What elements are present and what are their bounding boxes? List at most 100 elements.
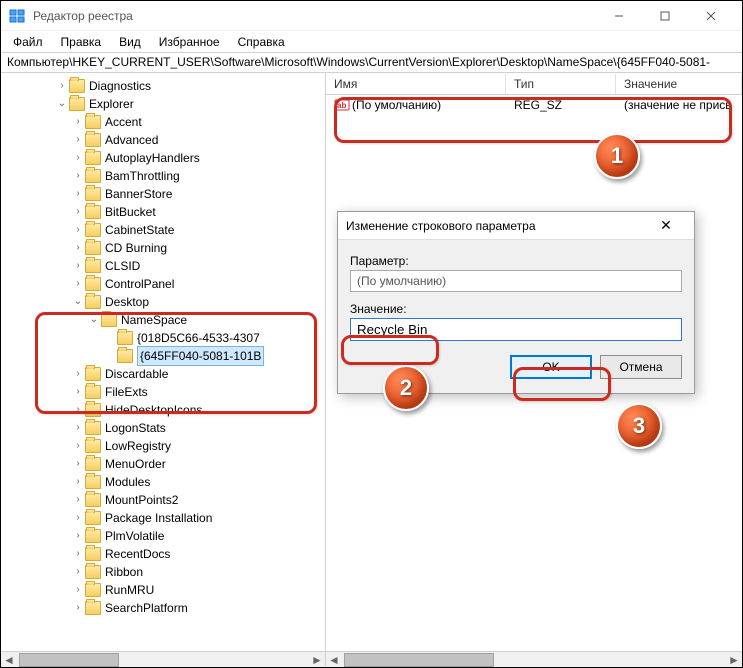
expand-icon[interactable]: › [71,527,85,545]
menubar: Файл Правка Вид Избранное Справка [1,31,742,53]
tree-item[interactable]: › ControlPanel [71,275,325,293]
tree-item[interactable]: › RecentDocs [71,545,325,563]
expand-icon[interactable]: › [71,113,85,131]
tree-item[interactable]: › BitBucket [71,203,325,221]
expand-icon[interactable]: ⌄ [71,293,85,311]
tree-item-desktop[interactable]: ⌄ Desktop [71,293,325,311]
tree-item[interactable]: › PlmVolatile [71,527,325,545]
expand-icon[interactable]: › [71,473,85,491]
expand-icon[interactable]: › [71,365,85,383]
tree-item[interactable]: › MountPoints2 [71,491,325,509]
expand-icon[interactable]: › [71,203,85,221]
tree-item[interactable]: › MenuOrder [71,455,325,473]
tree-item[interactable]: › SearchPlatform [71,599,325,617]
value-input[interactable] [350,318,682,341]
expand-icon[interactable]: › [71,563,85,581]
tree-item[interactable]: › Modules [71,473,325,491]
tree-item[interactable]: › Diagnostics [55,77,325,95]
expand-icon[interactable]: ⌄ [55,95,69,113]
tree-item[interactable]: › Advanced [71,131,325,149]
tree-item-selected[interactable]: {645FF040-5081-101B [103,347,325,365]
tree-item[interactable]: › HideDesktopIcons [71,401,325,419]
tree-item[interactable]: {018D5C66-4533-4307 [103,329,325,347]
expand-icon[interactable]: › [71,167,85,185]
tree-item[interactable]: › FileExts [71,383,325,401]
expand-icon[interactable]: › [71,545,85,563]
expand-icon[interactable]: › [55,77,69,95]
cancel-button[interactable]: Отмена [600,355,682,379]
expand-icon[interactable]: › [71,221,85,239]
menu-help[interactable]: Справка [230,33,293,51]
expand-icon[interactable]: › [71,401,85,419]
expand-icon[interactable]: › [71,509,85,527]
maximize-button[interactable] [642,1,688,31]
tree-label: Ribbon [105,563,143,581]
expand-icon[interactable]: › [71,275,85,293]
col-name[interactable]: Имя [326,74,506,94]
expand-icon[interactable]: › [71,455,85,473]
menu-file[interactable]: Файл [5,33,51,51]
tree-item[interactable]: › Discardable [71,365,325,383]
svg-text:ab: ab [337,101,346,110]
tree-item[interactable]: › Package Installation [71,509,325,527]
dialog-close-button[interactable]: ✕ [646,217,686,234]
list-scrollbar-h[interactable]: ◄ ► [326,651,742,667]
scroll-thumb[interactable] [19,653,119,667]
param-label: Параметр: [350,254,682,268]
tree-item[interactable]: › BamThrottling [71,167,325,185]
tree-item[interactable]: › RunMRU [71,581,325,599]
menu-edit[interactable]: Правка [53,33,110,51]
menu-favorites[interactable]: Избранное [151,33,228,51]
scroll-thumb[interactable] [344,653,494,667]
window-controls [596,1,734,31]
tree-item[interactable]: › CabinetState [71,221,325,239]
tree-item[interactable]: › CLSID [71,257,325,275]
tree-label: RunMRU [105,581,154,599]
expand-icon[interactable]: › [71,149,85,167]
tree-item[interactable]: › Accent [71,113,325,131]
scroll-right-icon[interactable]: ► [726,652,742,668]
tree-item[interactable]: › AutoplayHandlers [71,149,325,167]
tree-pane[interactable]: › Diagnostics ⌄ Explorer › Accent › Adva… [1,73,326,667]
tree-item-explorer[interactable]: ⌄ Explorer [55,95,325,113]
expand-icon[interactable]: ⌄ [87,311,101,329]
tree-scrollbar-h[interactable]: ◄ ► [1,651,325,667]
tree-label: BitBucket [105,203,156,221]
tree-item[interactable]: › Ribbon [71,563,325,581]
scroll-left-icon[interactable]: ◄ [326,652,342,668]
list-header[interactable]: Имя Тип Значение [326,73,742,95]
tree-item[interactable]: › BannerStore [71,185,325,203]
tree-label: RecentDocs [105,545,170,563]
scroll-left-icon[interactable]: ◄ [1,652,17,668]
tree-item[interactable]: › CD Burning [71,239,325,257]
titlebar: Редактор реестра [1,1,742,31]
col-value[interactable]: Значение [616,74,742,94]
tree-item-namespace[interactable]: ⌄ NameSpace [87,311,325,329]
expand-icon[interactable]: › [71,599,85,617]
close-button[interactable] [688,1,734,31]
tree-item[interactable]: › LowRegistry [71,437,325,455]
minimize-button[interactable] [596,1,642,31]
expand-icon[interactable]: › [71,131,85,149]
menu-view[interactable]: Вид [111,33,149,51]
folder-icon [85,511,101,525]
expand-icon[interactable]: › [71,419,85,437]
tree-label: Discardable [105,365,168,383]
edit-string-dialog: Изменение строкового параметра ✕ Парамет… [337,211,695,394]
path-bar[interactable]: Компьютер\HKEY_CURRENT_USER\Software\Mic… [1,53,742,73]
expand-icon[interactable]: › [71,185,85,203]
tree-item[interactable]: › LogonStats [71,419,325,437]
expand-icon[interactable]: › [71,257,85,275]
ok-button[interactable]: OK [510,355,592,379]
dialog-titlebar[interactable]: Изменение строкового параметра ✕ [338,212,694,240]
expand-icon[interactable]: › [71,437,85,455]
value-label: Значение: [350,302,682,316]
list-row[interactable]: ab (По умолчанию) REG_SZ (значение не пр… [326,95,742,115]
expand-icon[interactable]: › [71,239,85,257]
expand-icon[interactable]: › [71,383,85,401]
folder-icon [85,295,101,309]
expand-icon[interactable]: › [71,491,85,509]
expand-icon[interactable]: › [71,581,85,599]
scroll-right-icon[interactable]: ► [309,652,325,668]
col-type[interactable]: Тип [506,74,616,94]
